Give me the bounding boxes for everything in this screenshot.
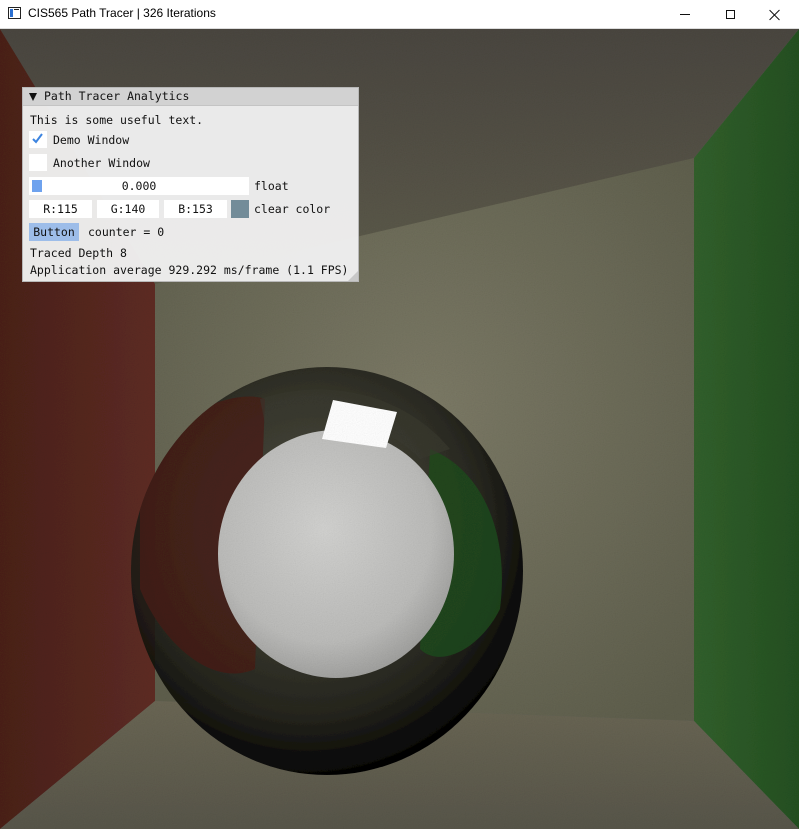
panel-title: Path Tracer Analytics (44, 89, 190, 103)
title-bar: CIS565 Path Tracer | 326 Iterations (0, 0, 799, 29)
fps-text: Application average 929.292 ms/frame (1.… (30, 263, 349, 277)
another-window-label: Another Window (53, 156, 150, 170)
close-icon (769, 9, 781, 21)
counter-text: counter = 0 (88, 225, 165, 239)
clear-color-g-field[interactable]: G:140 (97, 200, 159, 218)
minimize-icon (680, 14, 690, 15)
minimize-button[interactable] (662, 0, 708, 29)
traced-depth-text: Traced Depth 8 (30, 246, 127, 260)
demo-window-checkbox[interactable] (29, 131, 47, 148)
panel-title-bar[interactable]: Path Tracer Analytics (23, 88, 358, 106)
float-slider[interactable]: 0.000 (29, 177, 249, 195)
checkmark-icon (32, 133, 43, 144)
slider-label: float (254, 179, 289, 193)
maximize-button[interactable] (707, 0, 753, 29)
clear-color-b-field[interactable]: B:153 (164, 200, 227, 218)
app-window-icon (8, 7, 21, 19)
collapse-triangle-icon[interactable] (29, 93, 37, 101)
imgui-button[interactable]: Button (29, 223, 79, 241)
maximize-icon (725, 10, 735, 19)
close-button[interactable] (752, 0, 798, 29)
clear-color-r-field[interactable]: R:115 (29, 200, 92, 218)
window-title: CIS565 Path Tracer | 326 Iterations (28, 6, 216, 20)
slider-value: 0.000 (121, 179, 157, 193)
resize-grip[interactable] (348, 271, 358, 281)
path-tracer-analytics-panel[interactable]: Path Tracer Analytics This is some usefu… (22, 87, 359, 282)
demo-window-label: Demo Window (53, 133, 130, 147)
clear-color-swatch[interactable] (231, 200, 249, 218)
useful-text: This is some useful text. (30, 113, 204, 127)
clear-color-label: clear color (254, 202, 331, 216)
another-window-checkbox[interactable] (29, 154, 47, 171)
